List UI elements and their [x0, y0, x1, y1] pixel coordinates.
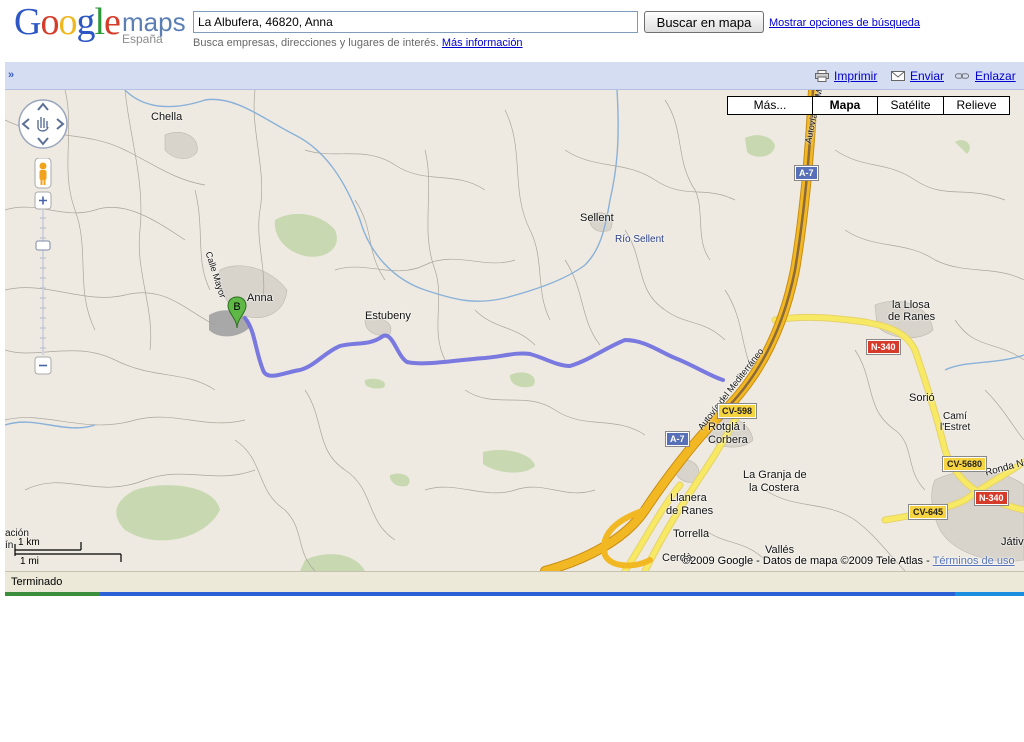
place-label: la Llosa: [892, 299, 930, 311]
search-hint-text: Busca empresas, direcciones y lugares de…: [193, 37, 439, 49]
pan-control[interactable]: [17, 98, 69, 150]
place-label: Corbera: [708, 434, 748, 446]
printer-icon[interactable]: [815, 70, 829, 82]
search-input[interactable]: [193, 11, 638, 33]
scale-km-label: 1 km: [18, 537, 40, 548]
scale-mi-label: 1 mi: [20, 556, 39, 567]
place-label: La Granja de: [743, 469, 807, 481]
link-to-page-link[interactable]: Enlazar: [975, 69, 1016, 83]
google-maps-logo[interactable]: Google maps España: [14, 2, 189, 48]
road-shield: A-7: [665, 431, 690, 447]
scale-bar: 1 km 1 mi: [5, 526, 135, 570]
road-shield: A-7: [794, 165, 819, 181]
logo-country: España: [122, 32, 163, 46]
zoom-in-icon[interactable]: [34, 191, 52, 210]
zoom-slider-handle[interactable]: [35, 240, 51, 251]
road-shield: CV-645: [907, 504, 949, 520]
logo-brand: Google: [14, 1, 121, 43]
map-type-control: Más... Mapa Satélite Relieve: [727, 96, 1010, 115]
collapse-panel-button[interactable]: »: [8, 69, 14, 81]
browser-status-bar: Terminado: [5, 571, 1024, 592]
zoom-out-icon[interactable]: [34, 356, 52, 375]
road-shield: CV-5680: [941, 456, 988, 472]
road-shield: CV-598: [716, 403, 758, 419]
taskbar-strip: [5, 592, 1024, 596]
terms-of-use-link[interactable]: Términos de uso: [933, 555, 1015, 567]
search-hint: Busca empresas, direcciones y lugares de…: [193, 37, 523, 49]
search-button[interactable]: Buscar en mapa: [644, 11, 764, 33]
zoom-control: [34, 158, 52, 375]
search-options-link[interactable]: Mostrar opciones de búsqueda: [769, 17, 920, 29]
river-label: Río Sellent: [615, 234, 664, 245]
place-label: Llanera: [670, 492, 707, 504]
map-type-more-button[interactable]: Más...: [727, 96, 813, 115]
map-tiles: [5, 90, 1024, 571]
place-label: de Ranes: [888, 311, 936, 323]
place-label: Rotglà i: [708, 421, 746, 433]
send-link[interactable]: Enviar: [910, 69, 944, 83]
print-link[interactable]: Imprimir: [834, 69, 877, 83]
zoom-slider-track[interactable]: [42, 210, 44, 355]
header: Google maps España Buscar en mapa Mostra…: [0, 0, 1024, 62]
map-toolbar: » Imprimir Enviar Enlazar: [5, 62, 1024, 90]
road-shield: N-340: [974, 490, 1009, 506]
map-type-satellite-button[interactable]: Satélite: [877, 96, 944, 115]
marker-label: B: [233, 301, 240, 313]
envelope-icon[interactable]: [891, 70, 905, 82]
status-text: Terminado: [11, 576, 63, 588]
map-type-map-button[interactable]: Mapa: [812, 96, 878, 115]
map-type-terrain-button[interactable]: Relieve: [943, 96, 1010, 115]
place-label: Sellent: [580, 212, 614, 224]
copyright-text: ©2009 Google - Datos de mapa ©2009 Tele …: [682, 555, 930, 567]
map-marker-icon[interactable]: B: [227, 295, 253, 331]
map-canvas[interactable]: Chella Anna Calle Mayor Estubeny Sellent…: [5, 90, 1024, 571]
copyright-notice: ©2009 Google - Datos de mapa ©2009 Tele …: [682, 555, 1015, 567]
more-info-link[interactable]: Más información: [442, 37, 523, 49]
place-label: Estubeny: [365, 310, 411, 322]
place-label: de Ranes: [666, 505, 714, 517]
place-label: la Costera: [749, 482, 800, 494]
place-label: Chella: [151, 111, 183, 123]
place-label: Játiv: [1001, 536, 1024, 548]
place-label: l'Estret: [940, 422, 971, 433]
place-label: Torrella: [673, 528, 710, 540]
place-label: Sorió: [909, 392, 935, 404]
road-shield: N-340: [866, 339, 901, 355]
link-icon[interactable]: [955, 70, 969, 82]
